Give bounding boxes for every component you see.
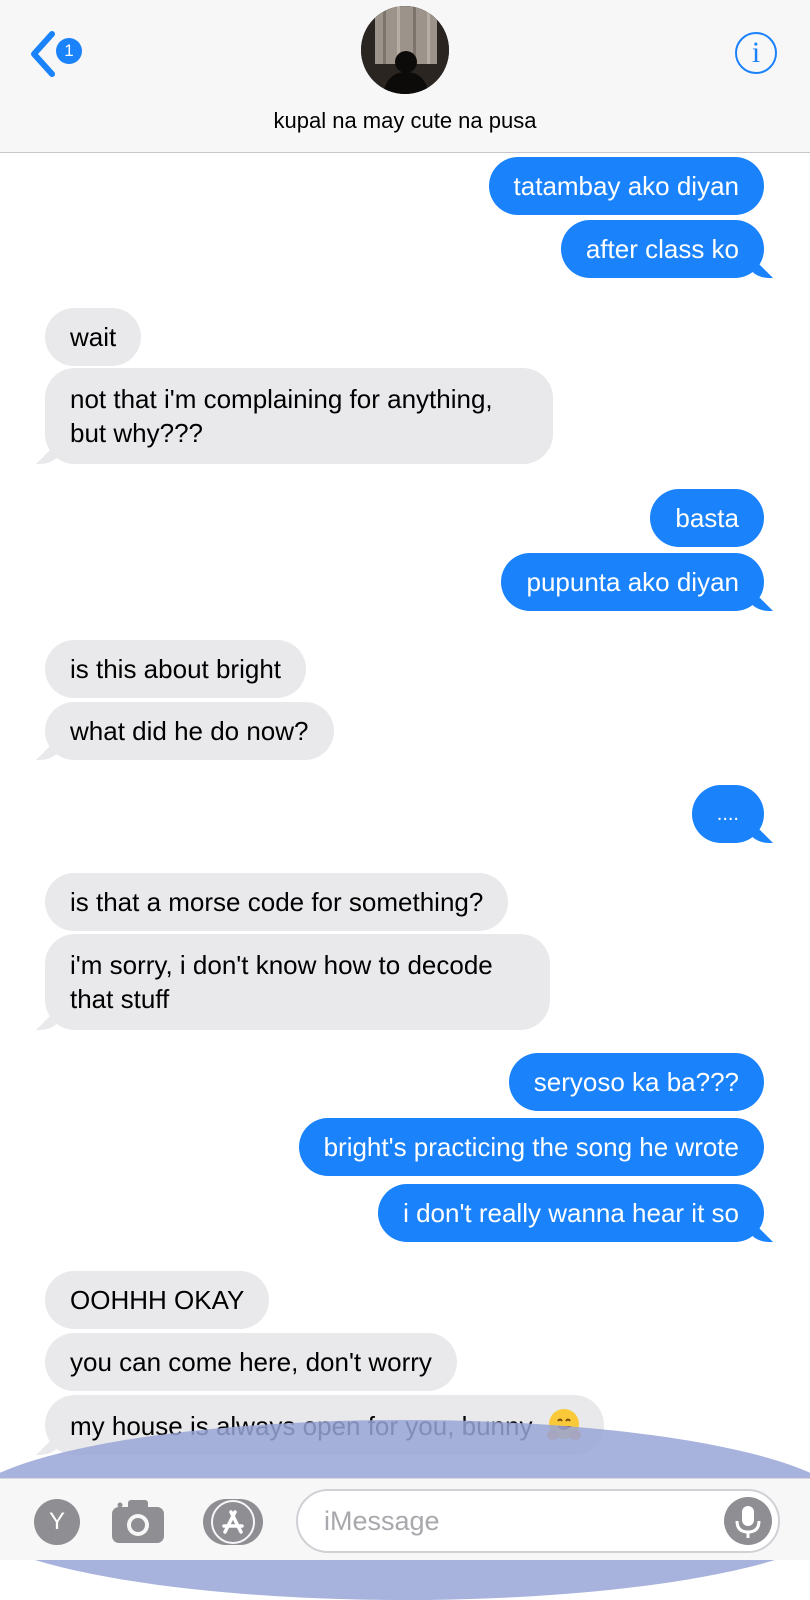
message-bubble-sent[interactable]: .... bbox=[691, 785, 764, 843]
message-bubble-received[interactable]: not that i'm complaining for anything, b… bbox=[45, 368, 553, 464]
conversation-header: 1 kupal na may cute na pusa i bbox=[0, 0, 810, 153]
message-bubble-received[interactable]: is that a morse code for something? bbox=[45, 873, 509, 931]
message-input[interactable]: iMessage bbox=[296, 1489, 780, 1553]
app-drawer-button[interactable]: Y bbox=[34, 1499, 80, 1545]
message-bubble-received[interactable]: is this about bright bbox=[45, 640, 307, 698]
message-input-bar: Y iMessage bbox=[0, 1478, 810, 1560]
contact-avatar[interactable] bbox=[361, 6, 449, 94]
dictation-button[interactable] bbox=[724, 1497, 772, 1545]
contact-name[interactable]: kupal na may cute na pusa bbox=[0, 108, 810, 134]
message-bubble-sent[interactable]: seryoso ka ba??? bbox=[508, 1053, 764, 1111]
info-button[interactable]: i bbox=[735, 32, 777, 74]
message-input-placeholder: iMessage bbox=[324, 1506, 440, 1536]
message-bubble-received[interactable]: wait bbox=[45, 308, 142, 366]
message-bubble-sent[interactable]: tatambay ako diyan bbox=[488, 157, 764, 215]
message-bubble-sent[interactable]: i don't really wanna hear it so bbox=[378, 1184, 764, 1242]
camera-icon bbox=[112, 1500, 164, 1543]
back-button[interactable]: 1 bbox=[26, 30, 96, 78]
microphone-icon bbox=[735, 1506, 761, 1538]
chevron-left-icon bbox=[31, 31, 55, 77]
app-store-button[interactable] bbox=[203, 1499, 263, 1545]
message-bubble-sent[interactable]: pupunta ako diyan bbox=[501, 553, 764, 611]
message-bubble-received[interactable]: what did he do now? bbox=[45, 702, 334, 760]
app-store-icon bbox=[211, 1500, 255, 1544]
unread-badge: 1 bbox=[56, 38, 82, 64]
message-bubble-received[interactable]: OOHHH OKAY bbox=[45, 1271, 270, 1329]
camera-button[interactable] bbox=[110, 1497, 166, 1545]
message-bubble-received[interactable]: i'm sorry, i don't know how to decode th… bbox=[45, 934, 550, 1030]
message-bubble-sent[interactable]: bright's practicing the song he wrote bbox=[298, 1118, 764, 1176]
message-bubble-received[interactable]: you can come here, don't worry bbox=[45, 1333, 457, 1391]
message-bubble-sent[interactable]: after class ko bbox=[560, 220, 764, 278]
message-bubble-sent[interactable]: basta bbox=[650, 489, 764, 547]
